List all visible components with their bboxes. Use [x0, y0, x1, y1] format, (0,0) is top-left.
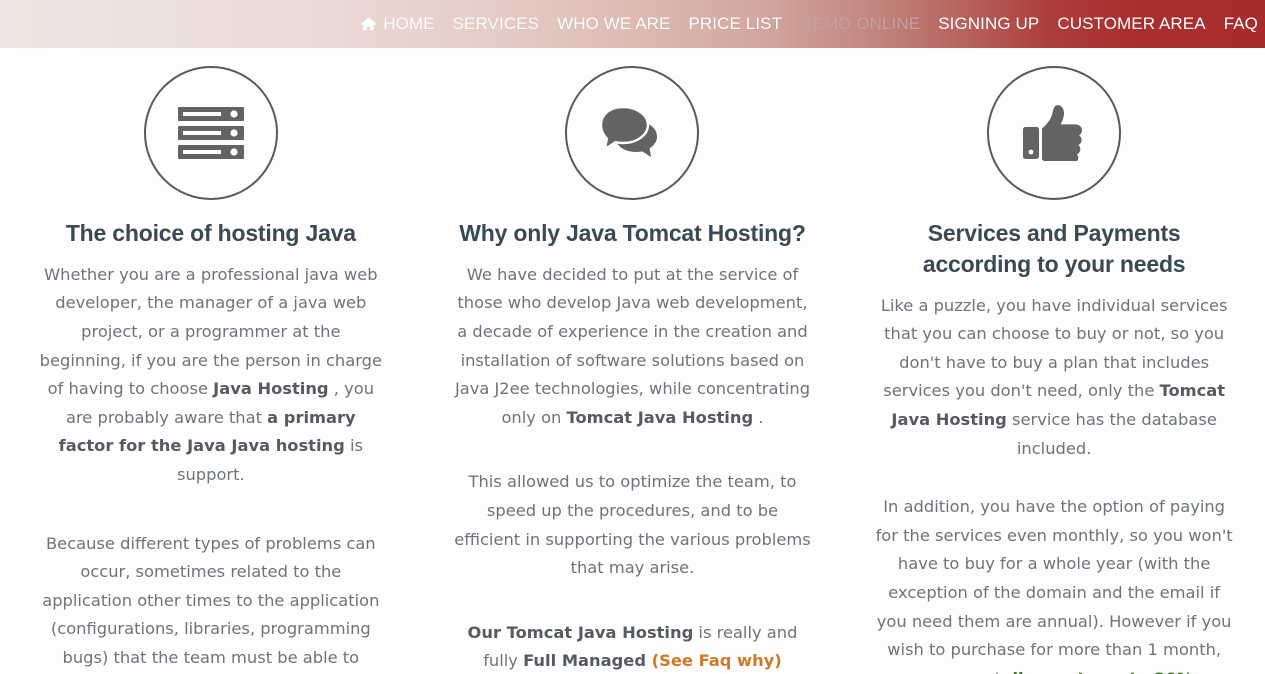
nav-item-label: PRICE LIST	[688, 14, 783, 33]
nav-item-price-list[interactable]: PRICE LIST	[679, 0, 791, 48]
feature-column-why-tomcat: Why only Java Tomcat Hosting? We have de…	[422, 48, 844, 674]
paragraph: We have decided to put at the service of…	[454, 261, 812, 433]
nav-item-home[interactable]: HOME	[352, 0, 443, 48]
nav-item-label: WHO WE ARE	[557, 14, 671, 33]
nav-item-customer-area[interactable]: CUSTOMER AREA	[1048, 0, 1214, 48]
column-title: The choice of hosting Java	[65, 220, 356, 246]
thumbs-up-icon-circle	[987, 66, 1122, 200]
nav-item-faq[interactable]: FAQ	[1215, 0, 1263, 48]
paragraph: In addition, you have the option of payi…	[871, 493, 1237, 674]
paragraph: Our Tomcat Java Hosting is really and fu…	[454, 619, 812, 674]
column-title: Services and Payments according to your …	[922, 220, 1186, 277]
comments-icon-circle	[565, 66, 700, 200]
column-body: Whether you are a professional java web …	[38, 261, 384, 674]
thumbs-up-icon	[1023, 105, 1085, 161]
nav-item-label: SERVICES	[452, 14, 540, 33]
nav-item-label: DEMO ONLINE	[800, 14, 921, 33]
bold-term: Our Tomcat Java Hosting	[467, 622, 694, 642]
paragraph: Like a puzzle, you have individual servi…	[871, 292, 1237, 464]
text-run: We have decided to put at the service of…	[454, 264, 811, 427]
see-faq-why-link[interactable]: (See Faq why)	[646, 651, 782, 670]
nav-item-who-we-are[interactable]: WHO WE ARE	[548, 0, 679, 48]
column-body: We have decided to put at the service of…	[454, 261, 812, 674]
feature-column-services-payments: Services and Payments according to your …	[843, 48, 1265, 674]
nav-item-demo-online[interactable]: DEMO ONLINE	[791, 0, 929, 48]
top-navigation-bar: HOME SERVICES WHO WE ARE PRICE LIST DEMO…	[0, 0, 1265, 48]
server-icon	[177, 107, 244, 159]
column-title: Why only Java Tomcat Hosting?	[459, 220, 806, 246]
nav-list: HOME SERVICES WHO WE ARE PRICE LIST DEMO…	[352, 0, 1263, 48]
nav-item-label: FAQ	[1223, 14, 1258, 33]
text-run: service has the database included.	[1006, 410, 1217, 458]
text-run: .	[1193, 669, 1203, 674]
home-icon	[361, 17, 377, 31]
nav-item-services[interactable]: SERVICES	[444, 0, 548, 48]
discount-highlight: discounts up to 20%	[1006, 669, 1193, 674]
nav-item-label: CUSTOMER AREA	[1057, 14, 1206, 33]
text-run: .	[753, 407, 764, 427]
paragraph: Whether you are a professional java web …	[38, 261, 384, 490]
server-icon-circle	[143, 66, 278, 200]
nav-item-signing-up[interactable]: SIGNING UP	[929, 0, 1048, 48]
bold-term: Full Managed	[523, 651, 646, 671]
nav-item-label: SIGNING UP	[938, 14, 1040, 33]
text-run: In addition, you have the option of payi…	[875, 497, 1233, 674]
bold-term: Java Hosting	[213, 379, 329, 399]
nav-item-label: HOME	[383, 14, 435, 33]
comments-icon	[601, 107, 663, 159]
paragraph: Because different types of problems can …	[42, 533, 380, 667]
bold-term: Tomcat Java Hosting	[566, 407, 754, 427]
feature-columns: The choice of hosting Java Whether you a…	[0, 48, 1265, 674]
feature-column-hosting-java: The choice of hosting Java Whether you a…	[0, 48, 422, 674]
paragraph: This allowed us to optimize the team, to…	[454, 472, 811, 578]
column-body: Like a puzzle, you have individual servi…	[871, 292, 1237, 674]
